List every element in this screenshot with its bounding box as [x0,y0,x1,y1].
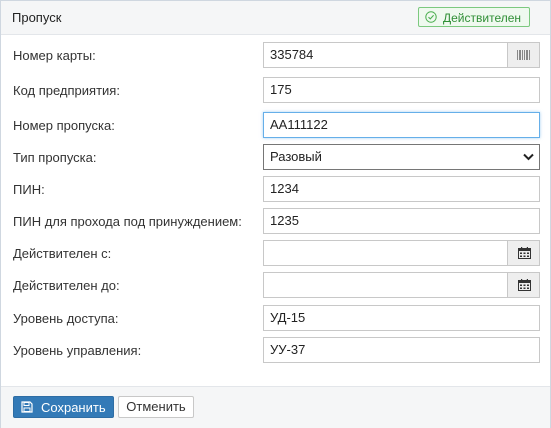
check-circle-icon [425,11,437,23]
row-pass-number: Номер пропуска: АА111122 [1,112,550,140]
row-access-level: Уровень доступа: УД-15 [1,305,550,333]
panel-header: Пропуск Действителен [1,1,550,35]
panel-title: Пропуск [12,10,62,25]
chevron-down-icon [523,153,534,161]
valid-to-label: Действителен до: [13,278,120,293]
row-pin: ПИН: 1234 [1,176,550,204]
row-pass-type: Тип пропуска: Разовый [1,144,550,172]
cancel-button[interactable]: Отменить [118,396,194,418]
pass-number-label: Номер пропуска: [13,118,115,133]
calendar-icon [518,279,531,291]
calendar-icon [518,247,531,259]
duress-pin-label: ПИН для прохода под принуждением: [13,214,242,229]
save-button[interactable]: Сохранить [13,396,114,418]
duress-pin-field[interactable]: 1235 [263,208,540,234]
control-level-field[interactable]: УУ-37 [263,337,540,363]
control-level-label: Уровень управления: [13,343,142,358]
row-valid-from: Действителен с: [1,240,550,268]
row-valid-to: Действителен до: [1,272,550,300]
pass-type-select[interactable]: Разовый [263,144,540,170]
company-code-label: Код предприятия: [13,83,120,98]
pin-field[interactable]: 1234 [263,176,540,202]
pass-panel: Пропуск Действителен Номер карты: 335784… [0,0,551,428]
floppy-disk-icon [21,401,33,413]
pass-number-field[interactable]: АА111122 [263,112,540,138]
card-read-button[interactable] [507,42,540,68]
status-badge: Действителен [418,7,530,27]
panel-footer: Сохранить Отменить [1,386,550,428]
pass-type-label: Тип пропуска: [13,150,97,165]
status-text: Действителен [443,11,522,25]
valid-from-field[interactable] [263,240,508,266]
row-duress-pin: ПИН для прохода под принуждением: 1235 [1,208,550,236]
barcode-icon [517,50,530,60]
row-card-number: Номер карты: 335784 [1,42,550,70]
valid-to-calendar-button[interactable] [507,272,540,298]
save-label: Сохранить [41,400,106,415]
access-level-field[interactable]: УД-15 [263,305,540,331]
row-company-code: Код предприятия: 175 [1,77,550,105]
access-level-label: Уровень доступа: [13,311,119,326]
company-code-field[interactable]: 175 [263,77,540,103]
valid-to-field[interactable] [263,272,508,298]
row-control-level: Уровень управления: УУ-37 [1,337,550,365]
pass-type-value: Разовый [270,149,322,164]
valid-from-calendar-button[interactable] [507,240,540,266]
card-number-label: Номер карты: [13,48,96,63]
pin-label: ПИН: [13,182,45,197]
card-number-field[interactable]: 335784 [263,42,508,68]
valid-from-label: Действителен с: [13,246,112,261]
